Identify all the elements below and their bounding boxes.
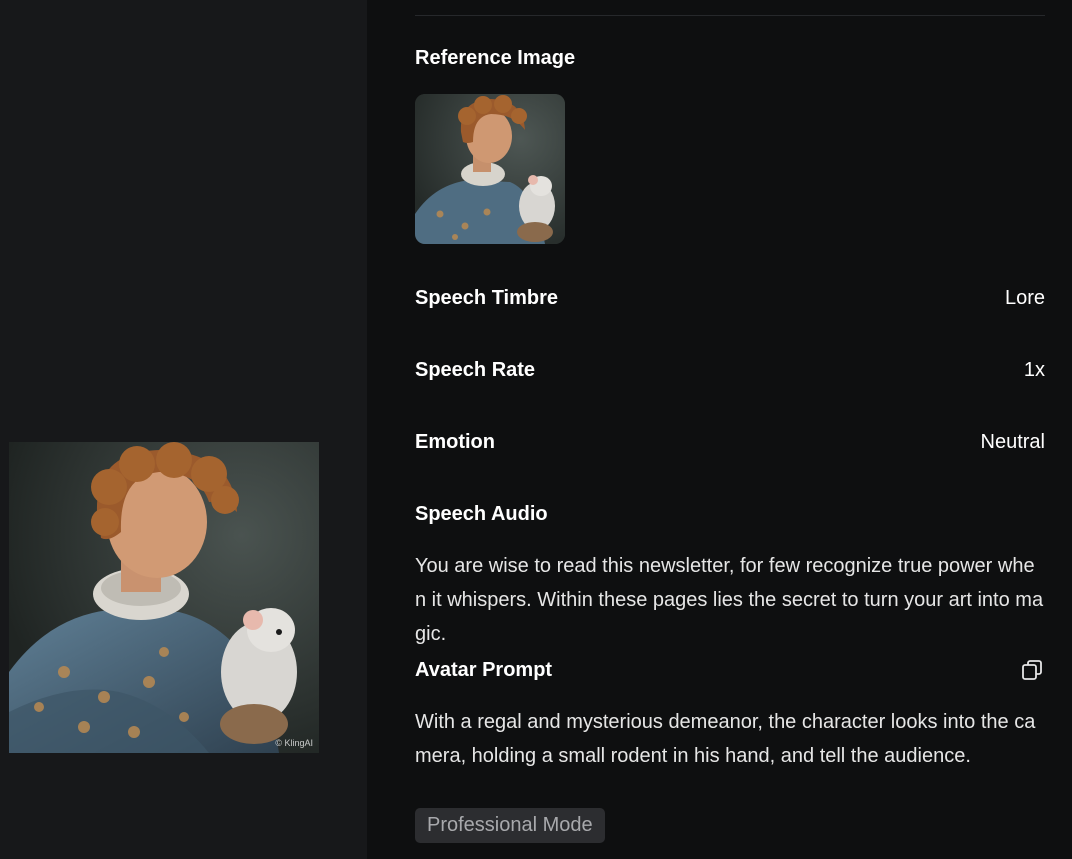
speech-rate-value: 1x	[1023, 359, 1045, 381]
copy-prompt-button[interactable]	[1020, 658, 1044, 682]
details-panel: Reference Image Speech Timbre Lore Speec…	[367, 0, 1072, 859]
top-divider	[415, 15, 1045, 16]
avatar-prompt-title: Avatar Prompt	[415, 659, 553, 681]
avatar-prompt-text: With a regal and mysterious demeanor, th…	[415, 711, 1036, 767]
watermark-text: © KlingAI	[275, 738, 313, 748]
copy-icon	[1022, 660, 1042, 680]
reference-image-title: Reference Image	[415, 47, 576, 69]
reference-image-thumbnail[interactable]	[415, 94, 565, 244]
avatar-preview-image[interactable]: © KlingAI	[9, 442, 319, 753]
speech-audio-title: Speech Audio	[415, 503, 548, 525]
preview-pane: © KlingAI	[0, 0, 367, 859]
speech-timbre-label: Speech Timbre	[415, 287, 559, 309]
reference-portrait-illustration	[415, 94, 565, 244]
emotion-label: Emotion	[415, 431, 495, 453]
speech-timbre-value: Lore	[1004, 287, 1045, 309]
speech-audio-text: You are wise to read this newsletter, fo…	[415, 555, 1044, 645]
portrait-illustration	[9, 442, 319, 753]
speech-rate-label: Speech Rate	[415, 359, 536, 381]
professional-mode-badge[interactable]: Professional Mode	[415, 808, 605, 843]
emotion-value: Neutral	[980, 431, 1045, 453]
